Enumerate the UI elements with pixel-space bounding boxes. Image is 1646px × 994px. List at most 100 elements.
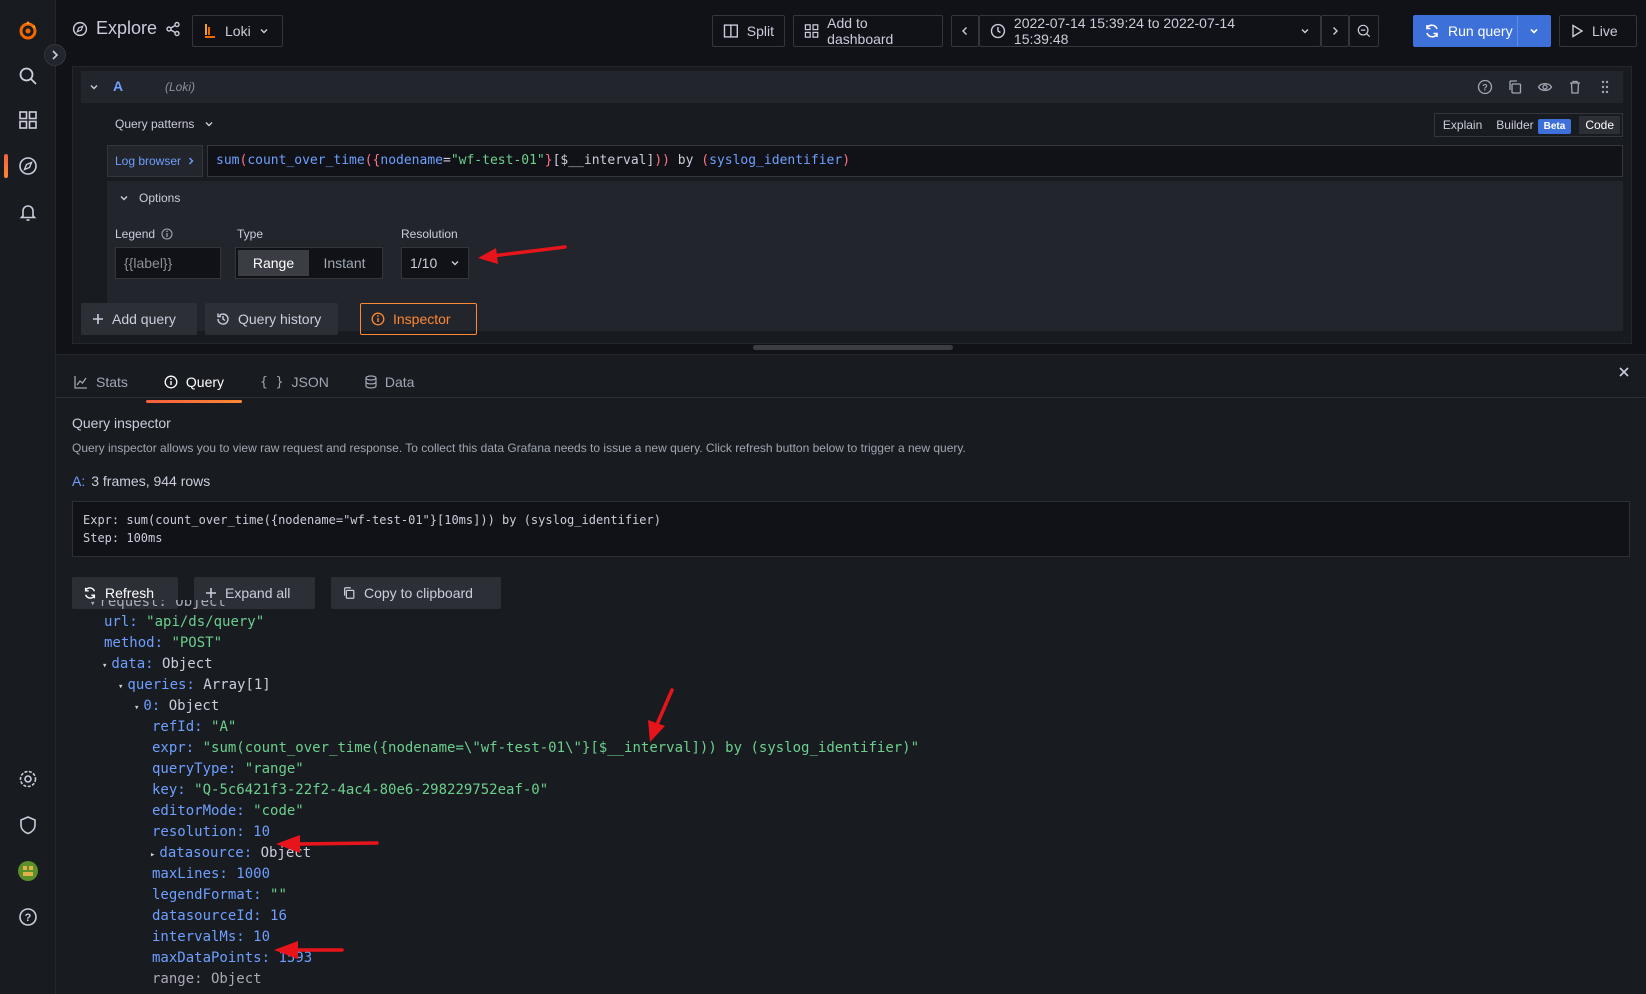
query-datasource-name: (Loki)	[165, 80, 196, 94]
time-shift-forward-button[interactable]	[1321, 15, 1349, 47]
expr-token: [$__interval]	[552, 153, 655, 168]
time-shift-back-button[interactable]	[951, 15, 979, 47]
query-row-actions: ?	[1477, 79, 1613, 95]
executed-query-box: Expr: sum(count_over_time({nodename="wf-…	[72, 501, 1630, 557]
info-circle-icon[interactable]	[161, 228, 173, 240]
datasource-picker[interactable]: Loki	[192, 15, 283, 47]
json-key: intervalMs:	[152, 929, 245, 945]
run-query-button[interactable]: Run query	[1413, 15, 1551, 47]
json-key: maxDataPoints:	[152, 950, 271, 966]
chevron-right-icon	[1333, 27, 1338, 35]
trash-icon[interactable]	[1567, 79, 1583, 95]
plus-icon	[93, 314, 103, 324]
explore-compass-icon[interactable]	[0, 146, 56, 186]
query-patterns-dropdown[interactable]: Query patterns	[115, 117, 214, 131]
chevron-right-icon	[52, 50, 59, 60]
tab-query-label: Query	[185, 374, 225, 390]
json-key: editorMode:	[152, 803, 245, 819]
json-key: resolution:	[152, 824, 245, 840]
json-row-queries[interactable]: ▾ queries: Array[1]	[118, 675, 271, 695]
json-row-data[interactable]: ▾ data: Object	[102, 654, 213, 674]
live-button[interactable]: Live	[1559, 15, 1637, 47]
add-to-dashboard-button[interactable]: Add to dashboard	[793, 15, 943, 47]
type-instant-option[interactable]: Instant	[309, 250, 380, 276]
dashboards-icon[interactable]	[0, 100, 56, 140]
add-query-label: Add query	[112, 311, 176, 327]
resolution-select[interactable]: 1/10	[401, 247, 469, 279]
time-range-picker[interactable]: 2022-07-14 15:39:24 to 2022-07-14 15:39:…	[979, 15, 1321, 47]
mode-builder[interactable]: Builder Beta	[1490, 116, 1577, 134]
json-row-datasourceid: datasourceId: 16	[152, 906, 287, 926]
json-value: Object	[168, 698, 220, 714]
tab-json[interactable]: { } JSON	[258, 365, 331, 399]
mode-code[interactable]: Code	[1579, 116, 1620, 134]
mode-builder-label: Builder	[1496, 118, 1534, 132]
json-value: "A"	[211, 719, 237, 735]
zoom-out-button[interactable]	[1349, 15, 1379, 47]
help-circle-icon[interactable]: ?	[1477, 79, 1493, 95]
json-row-querytype: queryType: "range"	[152, 759, 304, 779]
eye-icon[interactable]	[1537, 79, 1553, 95]
chevron-down-icon[interactable]	[89, 82, 99, 92]
type-range-option[interactable]: Range	[238, 250, 309, 276]
executed-step-line: Step: 100ms	[83, 531, 163, 545]
sync-icon	[1426, 24, 1438, 38]
share-icon[interactable]	[165, 21, 181, 37]
tab-json-label: JSON	[291, 374, 329, 390]
expr-token: )	[654, 153, 663, 168]
query-history-button[interactable]: Query history	[205, 303, 338, 335]
drawer-resize-handle[interactable]	[753, 345, 953, 350]
legend-input[interactable]: {{label}}	[115, 247, 221, 279]
tab-data[interactable]: Data	[363, 365, 417, 399]
json-value: ""	[270, 887, 287, 903]
svg-text:?: ?	[1482, 83, 1488, 93]
tab-query[interactable]: Query	[145, 365, 243, 403]
database-icon	[365, 375, 377, 389]
loki-logo-icon	[205, 24, 215, 38]
mode-explain[interactable]: Explain	[1437, 116, 1488, 134]
json-row-query-0[interactable]: ▾ 0: Object	[134, 696, 219, 716]
sidemenu-expand-toggle[interactable]	[44, 44, 66, 66]
json-key: expr:	[152, 740, 195, 756]
run-query-divider	[1517, 16, 1518, 46]
expr-token: (	[364, 153, 373, 168]
json-value: 1000	[236, 866, 271, 882]
info-circle-icon	[371, 312, 385, 326]
json-key: 0:	[143, 698, 161, 714]
json-row-range[interactable]: range: Object	[152, 969, 262, 989]
expr-token: (	[701, 153, 710, 168]
inspector-button[interactable]: Inspector	[360, 303, 477, 335]
explore-compass-icon	[72, 21, 88, 36]
tab-stats[interactable]: Stats	[72, 365, 130, 399]
copy-label: Copy to clipboard	[364, 585, 473, 601]
query-ref-id[interactable]: A	[113, 78, 123, 94]
frames-summary: A: 3 frames, 944 rows	[72, 473, 210, 489]
log-browser-button[interactable]: Log browser	[107, 145, 203, 177]
copy-icon[interactable]	[1507, 79, 1523, 95]
chevron-down-icon	[1301, 29, 1309, 34]
json-row-legendformat: legendFormat: ""	[152, 885, 287, 905]
query-row-header[interactable]: A (Loki) ?	[81, 71, 1623, 103]
frames-ref: A:	[72, 473, 86, 489]
query-editor-row: A (Loki) ? Query patterns Explain Builde…	[72, 66, 1632, 344]
json-row-refid: refId: "A"	[152, 717, 236, 737]
options-toggle[interactable]: Options	[119, 191, 180, 205]
alerting-bell-icon[interactable]	[0, 192, 56, 232]
close-icon[interactable]	[1618, 365, 1630, 383]
inspector-title: Query inspector	[72, 415, 171, 431]
expr-token: syslog_identifier	[709, 153, 843, 168]
add-to-dashboard-label: Add to dashboard	[827, 15, 894, 47]
chevron-down-icon[interactable]	[1529, 26, 1539, 36]
json-row-request[interactable]: ▾ request: Object	[90, 600, 226, 612]
json-row-datasource[interactable]: ▸ datasource: Object	[150, 843, 311, 863]
grafana-logo-icon[interactable]	[0, 10, 56, 50]
query-code-editor[interactable]: sum(count_over_time({nodename="wf-test-0…	[207, 145, 1623, 177]
split-button[interactable]: Split	[712, 15, 785, 47]
drag-handle-icon[interactable]	[1597, 79, 1613, 95]
type-label: Type	[237, 227, 264, 241]
add-query-button[interactable]: Add query	[81, 303, 197, 335]
inspector-description: Query inspector allows you to view raw r…	[72, 441, 966, 455]
frames-text: 3 frames, 944 rows	[91, 473, 211, 489]
json-value: 10	[253, 824, 271, 840]
legend-label-text: Legend	[115, 227, 156, 241]
